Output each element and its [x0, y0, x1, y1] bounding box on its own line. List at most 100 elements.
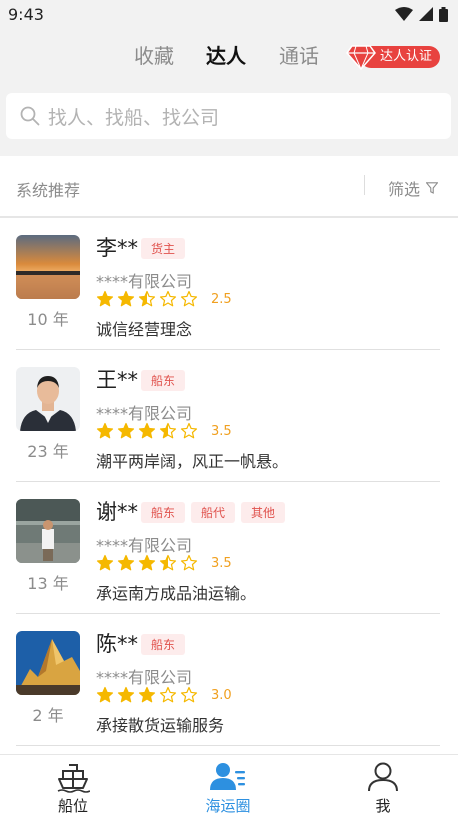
star-rating: 3.0: [96, 686, 232, 704]
star-full-icon: [96, 290, 114, 307]
nav-berth[interactable]: 船位: [33, 761, 113, 816]
avatar: [16, 235, 80, 299]
role-tag: 船东: [141, 502, 186, 523]
expert-motto: 承运南方成品油运输。: [96, 584, 257, 603]
star-full-icon: [96, 422, 114, 439]
role-tag: 船东: [141, 634, 186, 655]
rating-value: 2.5: [211, 291, 232, 307]
battery-icon: [439, 6, 448, 22]
expert-motto: 承接散货运输服务: [96, 716, 225, 735]
divider: [364, 175, 365, 195]
role-tag: 其他: [241, 502, 286, 523]
star-full-icon: [117, 290, 135, 307]
star-empty-icon: [180, 422, 198, 439]
status-icons: [395, 6, 448, 22]
user-list-icon: [210, 763, 245, 790]
role-tag: 船代: [191, 502, 236, 523]
experience-years: 2 年: [32, 706, 64, 725]
list-item[interactable]: 13 年 谢** 船东 船代 其他 ****有限公司 3.5 承运南方成品油运输…: [0, 482, 458, 614]
stars: [96, 554, 201, 572]
nav-me-label: 我: [375, 797, 391, 815]
status-bar: 9:43: [0, 0, 458, 28]
star-full-icon: [138, 422, 156, 439]
star-half-icon: [159, 422, 177, 439]
company-name: ****有限公司: [96, 668, 193, 687]
star-empty-icon: [159, 686, 177, 703]
expert-motto: 诚信经营理念: [96, 320, 193, 339]
experience-years: 10 年: [27, 310, 69, 329]
list-item[interactable]: 23 年 王** 船东 ****有限公司 3.5 潮平两岸阔，风正一帆悬。: [0, 350, 458, 482]
star-empty-icon: [180, 686, 198, 703]
experience-years: 23 年: [27, 442, 69, 461]
ship-icon: [57, 764, 90, 793]
rating-value: 3.0: [211, 687, 232, 703]
filter-button[interactable]: 筛选: [388, 176, 439, 200]
role-tags: 船东: [141, 370, 186, 391]
person-icon: [368, 762, 398, 792]
filter-bar: 系统推荐 筛选: [0, 156, 458, 218]
expert-name: 谢**: [96, 500, 138, 524]
wifi-icon: [395, 7, 413, 21]
top-tab-bar: 收藏 达人 通话 达人认证: [0, 28, 458, 78]
list-item[interactable]: 10 年 李** 货主 ****有限公司 2.5 诚信经营理念: [0, 218, 458, 350]
expert-name: 陈**: [96, 632, 138, 656]
list-item[interactable]: 2 年 陈** 船东 ****有限公司 3.0 承接散货运输服务: [0, 614, 458, 746]
avatar: [16, 631, 80, 695]
stars: [96, 422, 201, 440]
star-full-icon: [117, 554, 135, 571]
avatar: [16, 367, 80, 431]
star-full-icon: [117, 686, 135, 703]
star-half-icon: [159, 554, 177, 571]
company-name: ****有限公司: [96, 536, 193, 555]
star-full-icon: [96, 686, 114, 703]
tab-favorites[interactable]: 收藏: [134, 40, 174, 69]
tab-experts[interactable]: 达人: [206, 40, 246, 69]
stars: [96, 290, 201, 308]
company-name: ****有限公司: [96, 272, 193, 291]
nav-shipping-circle-label: 海运圈: [205, 797, 251, 815]
star-rating: 3.5: [96, 554, 232, 572]
star-empty-icon: [180, 290, 198, 307]
search-placeholder: 找人、找船、找公司: [48, 106, 220, 129]
star-empty-icon: [159, 290, 177, 307]
company-name: ****有限公司: [96, 404, 193, 423]
expert-verify-button[interactable]: 达人认证: [346, 42, 440, 70]
bottom-nav: 船位 海运圈 我: [0, 754, 458, 820]
nav-berth-label: 船位: [57, 797, 88, 815]
avatar: [16, 499, 80, 563]
star-full-icon: [96, 554, 114, 571]
search-icon: [20, 106, 40, 126]
star-empty-icon: [180, 554, 198, 571]
star-rating: 3.5: [96, 422, 232, 440]
tab-calls[interactable]: 通话: [279, 40, 319, 69]
star-full-icon: [138, 554, 156, 571]
nav-shipping-circle[interactable]: 海运圈: [188, 761, 268, 816]
expert-name: 李**: [96, 236, 138, 260]
divider: [16, 745, 440, 746]
expert-motto: 潮平两岸阔，风正一帆悬。: [96, 452, 289, 471]
role-tag: 货主: [141, 238, 186, 259]
system-recommend-label: 系统推荐: [16, 181, 81, 200]
nav-me[interactable]: 我: [343, 761, 423, 816]
role-tags: 船东 船代 其他: [141, 502, 286, 523]
status-time: 9:43: [8, 4, 44, 24]
search-input[interactable]: 找人、找船、找公司: [6, 93, 451, 139]
expert-name: 王**: [96, 368, 138, 392]
rating-value: 3.5: [211, 423, 232, 439]
expert-list: 10 年 李** 货主 ****有限公司 2.5 诚信经营理念 23 年 王**: [0, 218, 458, 746]
experience-years: 13 年: [27, 574, 69, 593]
role-tags: 货主: [141, 238, 186, 259]
filter-funnel-icon: [426, 182, 439, 194]
role-tags: 船东: [141, 634, 186, 655]
role-tag: 船东: [141, 370, 186, 391]
rating-value: 3.5: [211, 555, 232, 571]
stars: [96, 686, 201, 704]
star-full-icon: [138, 686, 156, 703]
star-rating: 2.5: [96, 290, 232, 308]
signal-icon: [419, 7, 433, 21]
search-area: 找人、找船、找公司: [0, 78, 458, 156]
star-half-icon: [138, 290, 156, 307]
star-full-icon: [117, 422, 135, 439]
filter-label: 筛选: [388, 180, 421, 199]
diamond-icon: [346, 45, 376, 70]
